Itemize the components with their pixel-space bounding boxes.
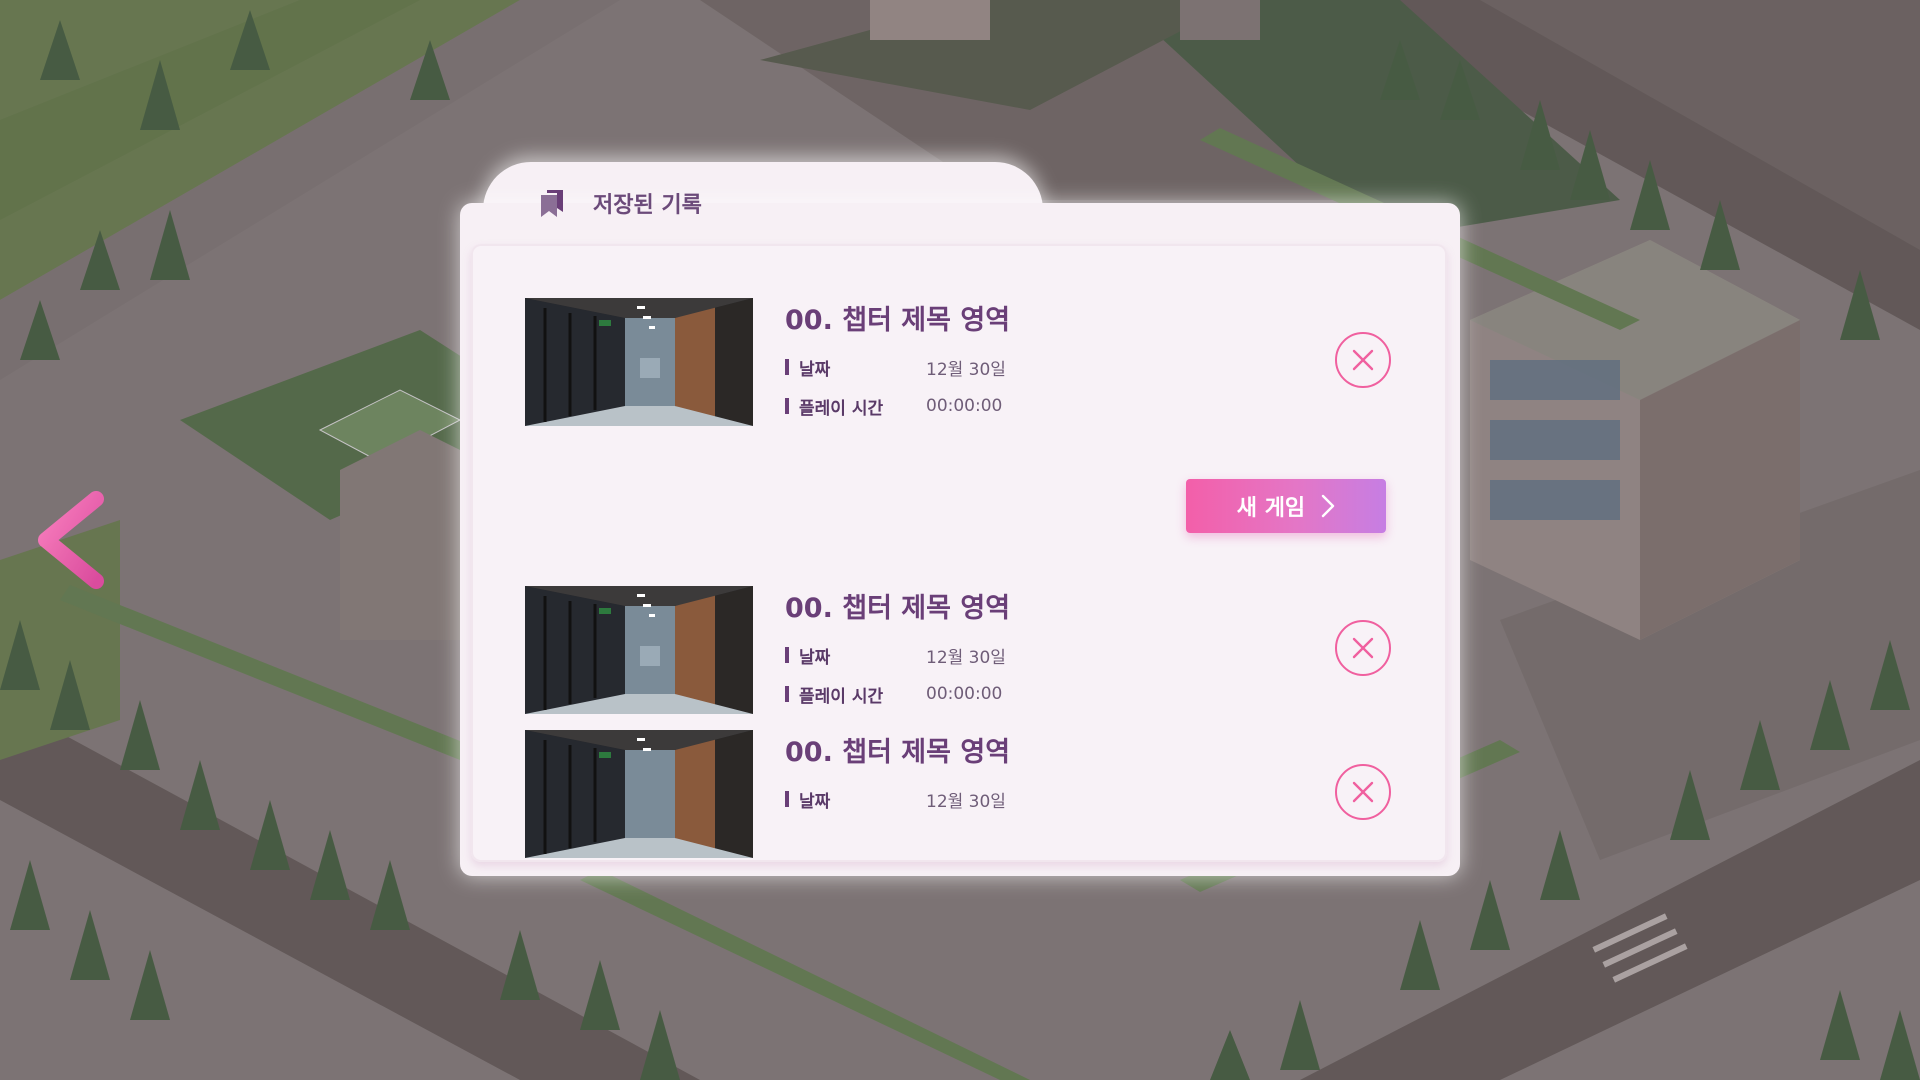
panel-title: 저장된 기록 [593, 193, 702, 218]
slot-date-label: 날짜 [799, 791, 831, 812]
save-thumbnail [525, 730, 753, 858]
slot-date-label: 날짜 [799, 359, 831, 380]
slot-playtime-value: 00:00:00 [926, 396, 1003, 416]
saved-records-list: 00. 챕터 제목 영역 날짜 12월 30일 플레이 시간 00:00:00 … [471, 244, 1447, 862]
slot-date-label: 날짜 [799, 647, 831, 668]
close-icon [1352, 637, 1374, 659]
new-game-label: 새 게임 [1236, 496, 1306, 521]
delete-save-button[interactable] [1335, 620, 1391, 676]
slot-playtime-row: 플레이 시간 00:00:00 [785, 395, 1003, 419]
slot-date-row: 날짜 12월 30일 [785, 356, 1006, 380]
slot-chapter-title: 00. 챕터 제목 영역 [785, 593, 1011, 624]
bookmark-stack-icon [541, 190, 563, 217]
back-button[interactable] [28, 485, 108, 595]
slot-date-value: 12월 30일 [926, 359, 1006, 380]
delete-save-button[interactable] [1335, 332, 1391, 388]
save-thumbnail [525, 586, 753, 714]
slot-playtime-label: 플레이 시간 [799, 686, 884, 707]
slot-playtime-label: 플레이 시간 [799, 398, 884, 419]
new-game-button[interactable]: 새 게임 [1186, 479, 1386, 533]
slot-date-value: 12월 30일 [926, 791, 1006, 812]
save-thumbnail [525, 298, 753, 426]
slot-chapter-title: 00. 챕터 제목 영역 [785, 737, 1011, 768]
delete-save-button[interactable] [1335, 764, 1391, 820]
save-slot[interactable]: 00. 챕터 제목 영역 날짜 12월 30일 플레이 시간 00:00:00 [471, 586, 1447, 716]
save-slot[interactable]: 00. 챕터 제목 영역 날짜 12월 30일 [471, 730, 1447, 860]
slot-date-value: 12월 30일 [926, 647, 1006, 668]
slot-date-row: 날짜 12월 30일 [785, 644, 1006, 668]
chevron-right-icon [1321, 494, 1335, 518]
close-icon [1352, 349, 1374, 371]
close-icon [1352, 781, 1374, 803]
slot-date-row: 날짜 12월 30일 [785, 788, 1006, 812]
slot-playtime-value: 00:00:00 [926, 684, 1003, 704]
chevron-left-icon [38, 491, 104, 589]
panel-header: 저장된 기록 [537, 185, 702, 221]
save-slot[interactable]: 00. 챕터 제목 영역 날짜 12월 30일 플레이 시간 00:00:00 [471, 298, 1447, 428]
slot-chapter-title: 00. 챕터 제목 영역 [785, 305, 1011, 336]
slot-playtime-row: 플레이 시간 00:00:00 [785, 683, 1003, 707]
